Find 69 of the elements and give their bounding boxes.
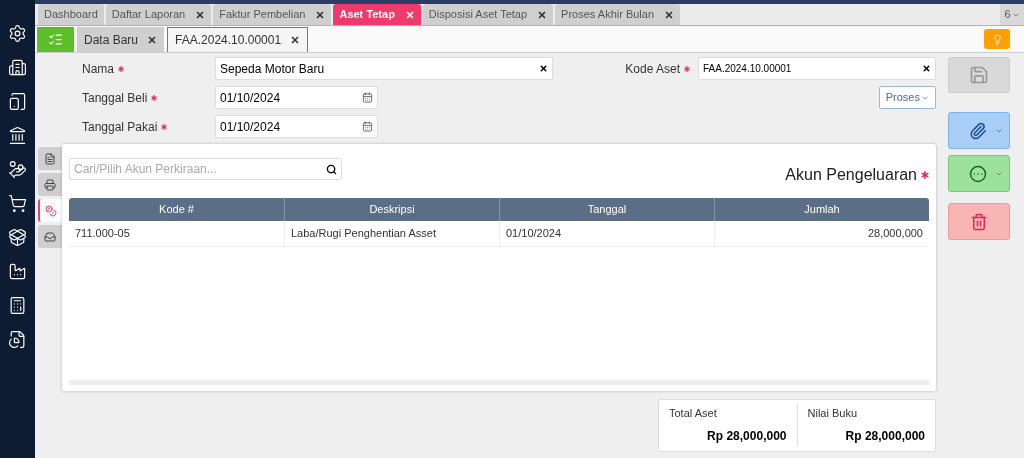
close-icon[interactable] [664, 9, 675, 20]
tab[interactable]: Aset Tetap [333, 4, 421, 25]
more-icon [969, 164, 987, 183]
search-icon[interactable] [326, 163, 337, 175]
tab[interactable]: Dashboard [38, 4, 104, 25]
tab[interactable]: Proses Akhir Bulan [555, 4, 681, 25]
table-cell: 711.000-05 [69, 221, 284, 247]
side-tab[interactable] [38, 225, 62, 248]
close-icon[interactable] [290, 35, 301, 45]
paperclip-icon [969, 121, 987, 140]
table-cell: Laba/Rugi Penghentian Asset [284, 221, 499, 247]
side-tab[interactable] [38, 199, 62, 222]
coins-icon [45, 204, 57, 217]
attach-button[interactable] [948, 112, 1010, 149]
column-header: Deskripsi [284, 198, 499, 221]
date-field[interactable]: 01/10/2024 [215, 86, 378, 109]
calendar-icon[interactable] [362, 121, 373, 132]
field-label: Kode Aset [625, 60, 680, 78]
box-icon[interactable] [8, 228, 27, 247]
date-field[interactable]: 01/10/2024 [215, 115, 378, 138]
tab[interactable]: Data Baru [77, 27, 165, 52]
column-header: Tanggal [499, 198, 714, 221]
tab[interactable]: Daftar Laporan [105, 4, 212, 25]
side-tab[interactable] [38, 173, 62, 196]
calculator-icon[interactable] [8, 296, 27, 315]
close-icon[interactable] [147, 34, 158, 45]
table-cell: 01/10/2024 [499, 221, 714, 247]
column-header: Jumlah [714, 198, 929, 221]
bank-icon[interactable] [8, 126, 27, 145]
save-icon [969, 65, 989, 85]
tray-icon [44, 230, 56, 243]
tab-count-dropdown[interactable]: 6 [1000, 4, 1024, 25]
document-icon [44, 152, 56, 165]
cart-icon[interactable] [8, 194, 27, 213]
building-icon[interactable] [8, 58, 27, 77]
clear-icon[interactable] [922, 64, 931, 73]
settings-icon[interactable] [8, 24, 27, 43]
process-button[interactable]: Proses [878, 86, 936, 109]
asset-code-field[interactable]: FAA.2024.10.00001 [698, 57, 936, 80]
close-icon[interactable] [315, 9, 326, 20]
summary-label: Total Aset [669, 406, 718, 421]
printer-icon [44, 178, 56, 191]
panel-title: Akun Pengeluaran [785, 165, 917, 185]
summary-value: Rp 28,000,000 [706, 427, 787, 445]
more-button[interactable] [948, 155, 1010, 192]
lightbulb-icon [991, 33, 1003, 45]
field-label: Nama [82, 60, 114, 78]
summary-label: Nilai Buku [807, 406, 859, 421]
hand-coins-icon[interactable] [8, 160, 27, 179]
summary-value: Rp 28,000,000 [844, 427, 925, 445]
field-label: Tanggal Pakai [82, 118, 158, 136]
report-icon[interactable] [8, 330, 27, 349]
clear-icon[interactable] [539, 64, 548, 73]
name-field[interactable]: Sepeda Motor Baru [215, 57, 553, 80]
close-icon[interactable] [537, 9, 548, 20]
tablet-icon[interactable] [8, 92, 27, 111]
side-tab[interactable] [38, 147, 62, 170]
tab[interactable]: Faktur Pembelian [213, 4, 332, 25]
delete-button[interactable] [948, 203, 1010, 240]
factory-icon[interactable] [8, 262, 27, 281]
table-cell: 28,000,000 [714, 221, 929, 247]
column-header: Kode # [69, 198, 284, 221]
field-label: Tanggal Beli [82, 89, 148, 107]
trash-icon [970, 212, 988, 231]
checklist-icon [48, 32, 63, 47]
calendar-icon[interactable] [362, 92, 373, 103]
tab[interactable]: Disposisi Aset Tetap [422, 4, 554, 25]
close-icon[interactable] [195, 9, 206, 20]
tab[interactable]: FAA.2024.10.00001 [167, 27, 309, 52]
